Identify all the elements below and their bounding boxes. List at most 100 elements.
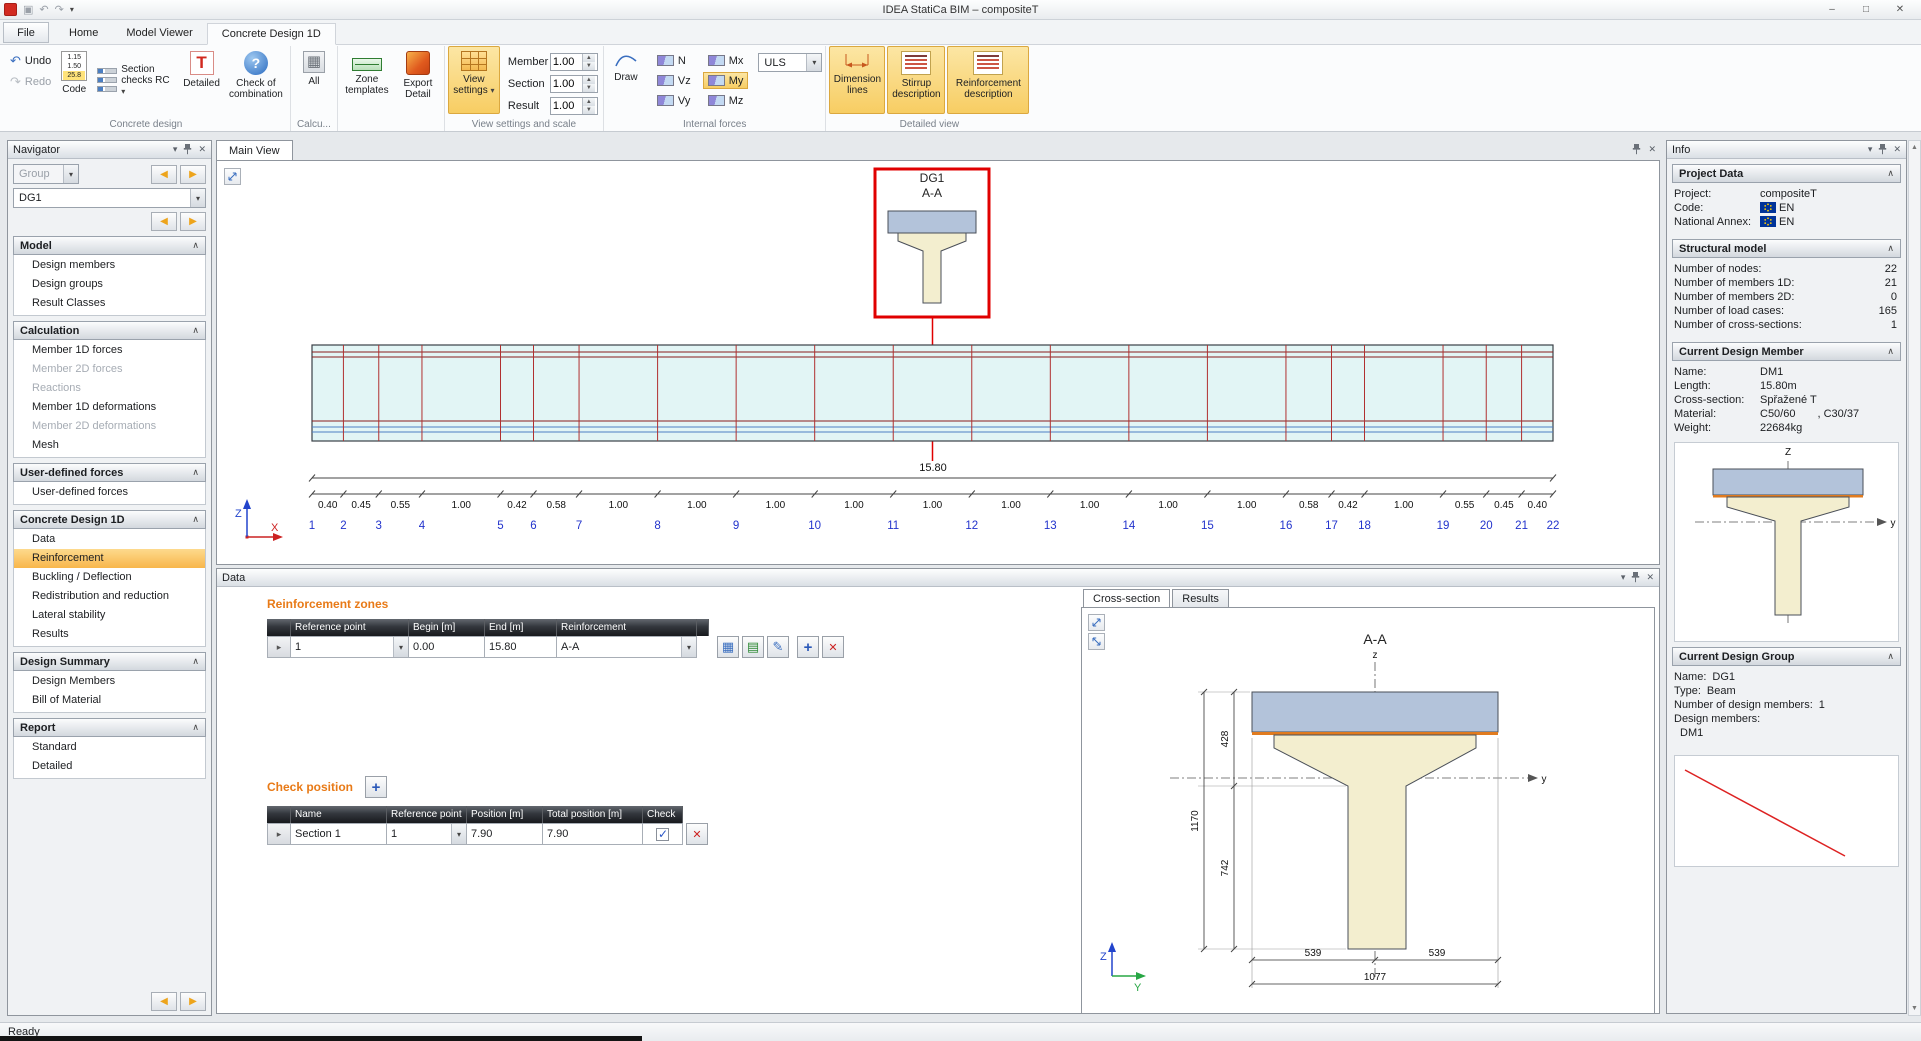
reinforcement-select[interactable]: A-A ▾ xyxy=(557,636,697,658)
result-scale-input[interactable] xyxy=(551,98,582,114)
tab-concrete-design-1d[interactable]: Concrete Design 1D xyxy=(207,23,336,45)
reference-point-select[interactable]: 1 ▾ xyxy=(291,636,409,658)
minimize-button[interactable]: – xyxy=(1815,0,1849,19)
panel-menu-icon[interactable]: ▾ xyxy=(1621,572,1626,583)
chevron-down-icon[interactable]: ▾ xyxy=(806,54,821,71)
nav-item-user-defined-forces[interactable]: User-defined forces xyxy=(14,483,205,502)
next-group-button[interactable]: ▶ xyxy=(180,165,206,184)
nav-item-reinforcement[interactable]: Reinforcement xyxy=(14,549,205,568)
zone-templates-button[interactable]: Zone templates xyxy=(341,46,393,114)
nav-item-design-groups[interactable]: Design groups xyxy=(14,275,205,294)
row-selector[interactable] xyxy=(267,823,291,845)
zoom-fit-icon[interactable] xyxy=(1088,614,1105,631)
detailed-button[interactable]: T Detailed xyxy=(180,46,223,114)
collapse-chevron-icon[interactable]: ∧ xyxy=(192,514,199,525)
spin-down-icon[interactable]: ▼ xyxy=(583,84,595,92)
spin-up-icon[interactable]: ▲ xyxy=(583,76,595,84)
qat-customize-icon[interactable]: ▾ xyxy=(70,5,74,14)
draw-button[interactable]: Draw xyxy=(607,46,645,114)
collapse-chevron-icon[interactable]: ∧ xyxy=(192,656,199,667)
moment-mx-toggle[interactable]: Mx xyxy=(703,52,749,69)
zone-delete-button[interactable]: ✕ xyxy=(822,636,844,658)
begin-cell[interactable]: 0.00 xyxy=(409,636,485,658)
nav-item-result-classes[interactable]: Result Classes xyxy=(14,294,205,313)
nav-item-detailed[interactable]: Detailed xyxy=(14,757,205,776)
collapse-chevron-icon[interactable]: ∧ xyxy=(192,467,199,478)
all-button[interactable]: ▦ All xyxy=(294,46,334,114)
section-structural-model[interactable]: Structural model∧ xyxy=(1672,239,1901,258)
close-button[interactable]: ✕ xyxy=(1883,0,1917,19)
file-menu-button[interactable]: File xyxy=(3,22,49,43)
force-vy-toggle[interactable]: Vy xyxy=(652,92,696,109)
collapse-chevron-icon[interactable]: ∧ xyxy=(192,722,199,733)
cross-section-canvas[interactable]: A-A y z xyxy=(1081,607,1655,1014)
tab-model-viewer[interactable]: Model Viewer xyxy=(112,22,206,44)
pin-icon[interactable] xyxy=(1632,144,1641,155)
zone-add-button[interactable]: + xyxy=(797,636,819,658)
pin-icon[interactable] xyxy=(1631,572,1640,583)
stirrup-description-button[interactable]: Stirrup description xyxy=(887,46,945,114)
qat-redo-icon[interactable]: ↷ xyxy=(55,3,64,16)
nav-item-results[interactable]: Results xyxy=(14,625,205,644)
nav-section-user-defined-forces[interactable]: User-defined forces∧ xyxy=(13,463,206,482)
nav-item-mesh[interactable]: Mesh xyxy=(14,436,205,455)
member-scale-input[interactable] xyxy=(551,54,582,70)
chevron-down-icon[interactable]: ▾ xyxy=(63,165,78,183)
nav-item-lateral-stability[interactable]: Lateral stability xyxy=(14,606,205,625)
moment-my-toggle[interactable]: My xyxy=(703,72,749,89)
check-checkbox[interactable] xyxy=(656,828,669,841)
redo-button[interactable]: ↷Redo xyxy=(7,73,54,90)
zone-edit-button[interactable]: ✎ xyxy=(767,636,789,658)
previous-member-button[interactable]: ◀ xyxy=(151,212,177,231)
panel-menu-icon[interactable]: ▾ xyxy=(173,144,178,155)
collapse-chevron-icon[interactable]: ∧ xyxy=(1887,651,1894,662)
nav-item-member-1d-forces[interactable]: Member 1D forces xyxy=(14,341,205,360)
design-group-select[interactable]: DG1 ▾ xyxy=(13,188,206,208)
nav-item-data[interactable]: Data xyxy=(14,530,205,549)
close-icon[interactable]: ✕ xyxy=(1648,144,1656,155)
collapse-chevron-icon[interactable]: ∧ xyxy=(1887,346,1894,357)
nav-item-member-1d-deformations[interactable]: Member 1D deformations xyxy=(14,398,205,417)
chevron-down-icon[interactable]: ▾ xyxy=(393,637,408,657)
row-selector[interactable] xyxy=(267,636,291,658)
close-icon[interactable]: ✕ xyxy=(1893,144,1901,155)
zoom-window-icon[interactable] xyxy=(1088,633,1105,650)
nav-section-model[interactable]: Model∧ xyxy=(13,236,206,255)
chevron-down-icon[interactable]: ▾ xyxy=(681,637,696,657)
collapse-chevron-icon[interactable]: ∧ xyxy=(192,240,199,251)
zone-detail-button[interactable]: ▦ xyxy=(717,636,739,658)
close-icon[interactable]: ✕ xyxy=(1646,572,1654,583)
chevron-down-icon[interactable]: ▾ xyxy=(190,189,205,207)
combination-select[interactable]: ULS ▾ xyxy=(758,53,822,72)
spin-up-icon[interactable]: ▲ xyxy=(583,54,595,62)
qat-save-icon[interactable]: ▣ xyxy=(23,3,33,16)
nav-item-design-members[interactable]: Design Members xyxy=(14,672,205,691)
zoom-fit-icon[interactable] xyxy=(224,168,241,185)
section-current-design-group[interactable]: Current Design Group∧ xyxy=(1672,647,1901,666)
reinforcement-description-button[interactable]: Reinforcement description xyxy=(947,46,1029,114)
force-n-toggle[interactable]: N xyxy=(652,52,696,69)
spin-down-icon[interactable]: ▼ xyxy=(583,106,595,114)
nav-item-design-members[interactable]: Design members xyxy=(14,256,205,275)
nav-section-design-summary[interactable]: Design Summary∧ xyxy=(13,652,206,671)
nav-section-concrete-design-1d[interactable]: Concrete Design 1D∧ xyxy=(13,510,206,529)
collapse-chevron-icon[interactable]: ∧ xyxy=(192,325,199,336)
spin-down-icon[interactable]: ▼ xyxy=(583,62,595,70)
zone-template-button[interactable]: ▤ xyxy=(742,636,764,658)
nav-item-bill-of-material[interactable]: Bill of Material xyxy=(14,691,205,710)
view-settings-button[interactable]: View settings ▾ xyxy=(448,46,500,114)
end-cell[interactable]: 15.80 xyxy=(485,636,557,658)
position-cell[interactable]: 7.90 xyxy=(467,823,543,845)
next-member-button[interactable]: ▶ xyxy=(180,212,206,231)
export-detail-button[interactable]: Export Detail xyxy=(395,46,441,114)
spin-up-icon[interactable]: ▲ xyxy=(583,98,595,106)
scroll-down-icon[interactable]: ▼ xyxy=(1909,1002,1920,1015)
main-view-canvas[interactable]: DG1 A-A 15.80 0.400.450.551.000.420.581.… xyxy=(216,160,1660,565)
nav-section-calculation[interactable]: Calculation∧ xyxy=(13,321,206,340)
tab-cross-section[interactable]: Cross-section xyxy=(1083,589,1170,607)
collapse-chevron-icon[interactable]: ∧ xyxy=(1887,168,1894,179)
group-select[interactable]: Group ▾ xyxy=(13,164,79,184)
maximize-button[interactable]: □ xyxy=(1849,0,1883,19)
section-current-design-member[interactable]: Current Design Member∧ xyxy=(1672,342,1901,361)
tab-home[interactable]: Home xyxy=(55,22,112,44)
